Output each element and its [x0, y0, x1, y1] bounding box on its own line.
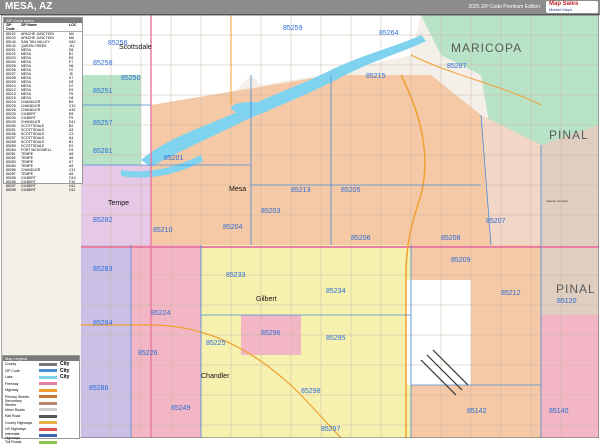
zip-85203: 85203: [261, 208, 281, 215]
zone-airport-gateway: [406, 280, 471, 385]
legend-swatch: [39, 427, 57, 431]
zip-85284: 85284: [93, 320, 113, 327]
county-pinal-label-2: PINAL: [556, 282, 596, 296]
zip-85213: 85213: [291, 187, 311, 194]
place-scottsdale: Scottsdale: [119, 44, 152, 51]
zone-san-tan: [541, 315, 599, 438]
zip-85286: 85286: [89, 385, 109, 392]
zip-85281: 85281: [93, 148, 113, 155]
zip-85225: 85225: [206, 340, 226, 347]
legend-label: ZIP Code: [5, 368, 20, 373]
zip-85226: 85226: [138, 350, 158, 357]
zip-85210: 85210: [153, 227, 173, 234]
county-pinal-label-1: PINAL: [549, 128, 589, 142]
legend-swatch: [39, 369, 57, 373]
place-mesa: Mesa: [229, 186, 246, 193]
legend-label: Freeway: [5, 381, 19, 386]
legend-label: Highway: [5, 388, 19, 393]
legend-city-label: City: [60, 374, 70, 381]
zip-85224: 85224: [151, 310, 171, 317]
legend-swatch: [39, 401, 57, 405]
zip-85206: 85206: [351, 235, 371, 242]
legend-swatch: [39, 382, 57, 386]
col-name: ZIP Name: [21, 23, 37, 27]
legend-swatch: [39, 421, 57, 425]
legend-swatch: [39, 388, 57, 392]
map-svg: 85259 85264 85256 85287 85215 85213 8520…: [1, 15, 599, 438]
legend-city-label: City: [60, 361, 70, 368]
edition-label: 2025 ZIP Code Premium Edition: [468, 4, 540, 10]
zip-85142: 85142: [467, 408, 487, 415]
map-title: MESA, AZ: [5, 1, 53, 12]
zip-85215: 85215: [366, 73, 386, 80]
zip-85257: 85257: [93, 120, 113, 127]
legend-rows: County City ZIP Code City Lake City Freeway Hig…: [3, 361, 79, 446]
map-header: MESA, AZ 2025 ZIP Code Premium Edition M…: [0, 0, 600, 15]
publisher-logo: Map Sales Market Maps: [546, 1, 598, 13]
legend-label: Toll Roads: [5, 440, 22, 445]
legend-label: County: [5, 362, 17, 367]
place-apache-junction: Apache Junction: [546, 199, 569, 203]
zip-85207: 85207: [486, 218, 506, 225]
zip-85120: 85120: [557, 298, 577, 305]
zip-index-name: GILBERT: [21, 188, 36, 192]
zip-85208: 85208: [441, 235, 461, 242]
legend-swatch: [39, 440, 57, 444]
zip-85283: 85283: [93, 266, 113, 273]
legend-swatch: [39, 408, 57, 412]
zip-85258: 85258: [93, 60, 113, 67]
zip-85209: 85209: [451, 257, 471, 264]
zip-index-row: 85298 GILBERT G11: [4, 188, 82, 192]
legend-swatch: [39, 414, 57, 418]
zone-gilbert-west: [201, 245, 251, 315]
zip-85250: 85250: [121, 75, 141, 82]
map-legend: Map Legend County City ZIP Code City Lake Cit…: [2, 355, 80, 444]
legend-label: Minor Roads: [5, 407, 25, 412]
zip-index-zip: 85298: [6, 188, 16, 192]
place-chandler: Chandler: [201, 373, 230, 380]
legend-label: US Highways: [5, 427, 27, 432]
zip-index-rows: 85119 APACHE JUNCTION M4 85120 APACHE JUNCTI…: [4, 32, 82, 192]
map-canvas[interactable]: 85259 85264 85256 85287 85215 85213 8520…: [1, 15, 599, 438]
zip-85287: 85287: [447, 63, 467, 70]
zip-85298: 85298: [301, 388, 321, 395]
col-loc: LOC: [69, 23, 77, 27]
zip-85251: 85251: [93, 88, 113, 95]
zip-code-index: ZIP Code Index ZIP Code ZIP Name LOC 851…: [3, 17, 83, 192]
zone-tempe-south: [81, 245, 131, 438]
legend-label: Lake: [5, 375, 13, 380]
zip-85297: 85297: [321, 426, 341, 433]
zip-85264: 85264: [379, 30, 399, 37]
legend-label: County Highways: [5, 420, 33, 425]
zip-85233: 85233: [226, 272, 246, 279]
legend-label: Rail Road: [5, 414, 21, 419]
place-gilbert: Gilbert: [256, 296, 277, 303]
legend-city-label: City: [60, 367, 70, 374]
legend-row: Toll Roads: [3, 439, 79, 446]
zip-85204: 85204: [223, 224, 243, 231]
zip-85140: 85140: [549, 408, 569, 415]
zip-index-loc: G11: [69, 188, 76, 192]
zip-85201: 85201: [164, 155, 184, 162]
zip-85205: 85205: [341, 187, 361, 194]
zip-85234: 85234: [326, 288, 346, 295]
logo-line-2: Market Maps: [549, 7, 573, 12]
zip-index-columns: ZIP Code ZIP Name LOC: [4, 23, 82, 32]
zip-85249: 85249: [171, 405, 191, 412]
zip-85295: 85295: [326, 335, 346, 342]
legend-swatch: [39, 434, 57, 438]
zip-85259: 85259: [283, 25, 303, 32]
zip-85212: 85212: [501, 290, 521, 297]
legend-label: Secondary Streets: [5, 399, 22, 408]
legend-swatch: [39, 362, 57, 366]
legend-label: Primary Streets: [5, 394, 30, 399]
legend-swatch: [39, 375, 57, 379]
zip-85296: 85296: [261, 330, 281, 337]
county-maricopa-label: MARICOPA: [451, 41, 522, 55]
col-zip: ZIP Code: [6, 23, 15, 31]
zip-85282: 85282: [93, 217, 113, 224]
place-tempe: Tempe: [108, 200, 129, 207]
legend-swatch: [39, 395, 57, 399]
